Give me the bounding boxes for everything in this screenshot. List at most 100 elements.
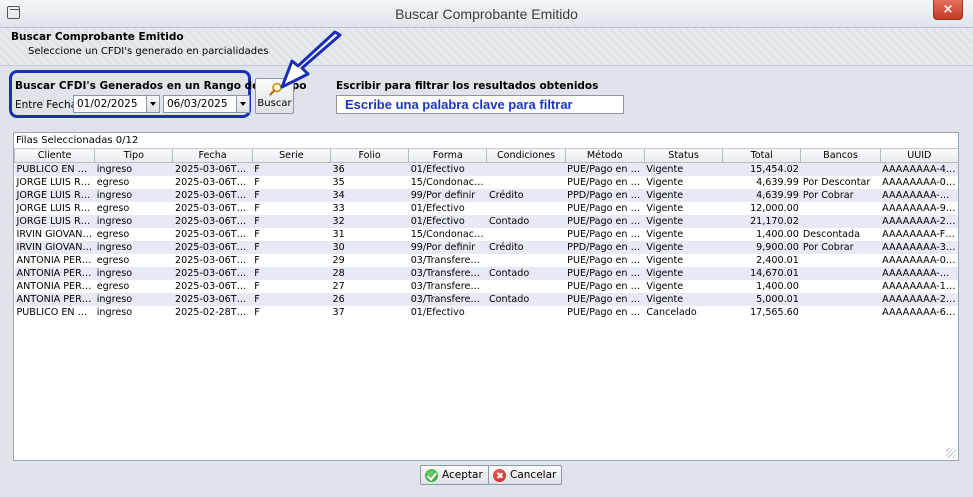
table-cell: ANTONIA PERE... <box>14 253 95 267</box>
table-cell <box>800 266 881 280</box>
table-cell: egreso <box>94 201 173 215</box>
table-cell: Vigente <box>644 266 723 280</box>
table-cell: 2025-03-06T11:... <box>172 292 253 306</box>
table-cell: 15/Condonación <box>408 227 487 241</box>
table-cell: 01/Efectivo <box>408 201 487 215</box>
table-row[interactable]: ANTONIA PERE...egreso2025-03-06T11:...F2… <box>14 253 959 267</box>
table-cell: AAAAAAAA-3E... <box>880 240 959 254</box>
table-cell: PUE/Pago en u... <box>565 227 645 241</box>
table-row[interactable]: IRVIN GIOVANI ...egreso2025-03-06T11:...… <box>14 227 959 241</box>
table-cell: 34 <box>330 188 409 202</box>
table-row[interactable]: JORGE LUIS RO...ingreso2025-03-06T11:...… <box>14 214 958 228</box>
table-cell: 2025-03-06T11:... <box>172 201 253 215</box>
table-cell <box>486 162 566 176</box>
column-header[interactable]: Serie <box>251 148 331 163</box>
table-cell: 2025-03-06T11:... <box>172 227 253 241</box>
table-cell: JORGE LUIS RO... <box>14 188 95 202</box>
table-cell: Vigente <box>644 227 723 241</box>
table-cell: PPD/Pago en p... <box>565 188 645 202</box>
check-circle-icon <box>425 468 438 482</box>
table-cell <box>486 175 566 189</box>
table-row[interactable]: ANTONIA PERE...ingreso2025-03-06T11:...F… <box>14 292 958 306</box>
table-row[interactable]: JORGE LUIS RO...egreso2025-03-06T11:...F… <box>14 201 959 215</box>
table-cell: 2025-03-06T11:... <box>172 279 253 293</box>
table-cell: F <box>252 214 331 228</box>
table-cell: Contado <box>486 266 566 280</box>
table-cell: PUBLICO EN GE... <box>14 162 95 176</box>
table-cell: AAAAAAAA-9D... <box>880 201 959 215</box>
table-row[interactable]: ANTONIA PERE...ingreso2025-03-06T11:...F… <box>14 266 959 280</box>
table-cell: AAAAAAAA-D5... <box>880 188 959 202</box>
column-header[interactable]: Total <box>722 148 802 163</box>
table-cell: Por Descontar <box>800 175 881 189</box>
filter-input[interactable]: Escribe una palabra clave para filtrar <box>336 95 624 114</box>
x-circle-icon <box>493 468 506 482</box>
resize-grip-icon[interactable] <box>946 448 956 458</box>
table-cell: AAAAAAAA-F1... <box>880 227 959 241</box>
to-date-input[interactable]: 06/03/2025 <box>163 95 237 113</box>
table-cell: 15/Condonación <box>408 175 487 189</box>
table-cell: egreso <box>94 253 173 267</box>
table-cell: PUE/Pago en u... <box>565 292 645 306</box>
column-header[interactable]: Status <box>643 148 724 163</box>
cancel-button[interactable]: Cancelar <box>488 465 563 485</box>
column-header[interactable]: Forma <box>408 148 488 163</box>
table-cell: F <box>252 201 331 215</box>
column-header[interactable]: Método <box>564 148 645 163</box>
table-cell: F <box>252 240 331 254</box>
header-subtitle: Seleccione un CFDI's generado en parcial… <box>28 46 269 57</box>
table-row[interactable]: JORGE LUIS RO...egreso2025-03-06T11:...F… <box>14 175 958 189</box>
table-cell: ingreso <box>94 305 173 319</box>
table-cell: PUE/Pago en u... <box>565 175 645 189</box>
annotation-arrow-icon <box>280 30 342 89</box>
table-row[interactable]: IRVIN GIOVANI ...ingreso2025-03-06T11:..… <box>14 240 959 254</box>
table-cell <box>486 253 566 267</box>
table-cell: 36 <box>330 162 409 176</box>
table-row[interactable]: JORGE LUIS RO...ingreso2025-03-06T11:...… <box>14 188 959 202</box>
table-cell: ingreso <box>94 292 173 306</box>
from-date-dropdown-icon[interactable] <box>146 95 160 113</box>
accept-button[interactable]: Aceptar <box>420 465 489 485</box>
table-cell: Vigente <box>644 175 723 189</box>
table-cell: 01/Efectivo <box>408 214 487 228</box>
filter-title: Escribir para filtrar los resultados obt… <box>336 80 599 92</box>
table-cell: Vigente <box>644 188 723 202</box>
table-cell: PUE/Pago en u... <box>565 305 645 319</box>
table-cell: 27 <box>330 279 409 293</box>
table-row[interactable]: PUBLICO EN GE...ingreso2025-02-28T12:...… <box>14 305 959 319</box>
table-row[interactable]: PUBLICO EN GE...ingreso2025-03-06T11:...… <box>14 162 959 176</box>
table-cell: Vigente <box>644 201 723 215</box>
table-cell: AAAAAAAA-03... <box>880 253 959 267</box>
column-header[interactable]: Tipo <box>94 148 174 163</box>
table-row[interactable]: ANTONIA PERE...egreso2025-03-06T11:...F2… <box>14 279 958 293</box>
table-cell: F <box>252 292 331 306</box>
table-cell: F <box>252 266 331 280</box>
table-cell: PUBLICO EN GE... <box>14 305 95 319</box>
table-cell: ingreso <box>94 240 173 254</box>
table-cell <box>800 253 881 267</box>
table-cell: 30 <box>330 240 409 254</box>
table-cell: PUE/Pago en u... <box>565 201 645 215</box>
table-cell: Por Cobrar <box>800 240 881 254</box>
results-table-panel: Filas Seleccionadas 0/12 Cliente Tipo Fech… <box>13 132 959 461</box>
table-cell: PPD/Pago en p... <box>565 240 645 254</box>
from-date-input[interactable]: 01/02/2025 <box>73 95 147 113</box>
table-cell: AAAAAAAA-D0... <box>880 266 959 280</box>
column-header[interactable]: Cliente <box>14 148 96 163</box>
close-button[interactable]: × <box>933 0 963 20</box>
column-header[interactable]: Condiciones <box>486 148 566 163</box>
table-cell: 1,400.00 <box>722 279 801 293</box>
column-header[interactable]: Folio <box>329 148 410 163</box>
column-header[interactable]: UUID <box>879 148 958 163</box>
table-cell: 31 <box>330 227 409 241</box>
to-date-dropdown-icon[interactable] <box>236 95 250 113</box>
cancel-button-label: Cancelar <box>510 469 557 481</box>
table-cell: Vigente <box>644 253 723 267</box>
table-cell <box>800 292 881 306</box>
column-header[interactable]: Bancos <box>800 148 881 163</box>
table-cell: AAAAAAAA-6D... <box>880 305 959 319</box>
table-cell: AAAAAAAA-4F... <box>880 162 959 176</box>
column-header[interactable]: Fecha <box>172 148 253 163</box>
table-cell: PUE/Pago en u... <box>565 214 645 228</box>
table-cell: Contado <box>486 292 566 306</box>
